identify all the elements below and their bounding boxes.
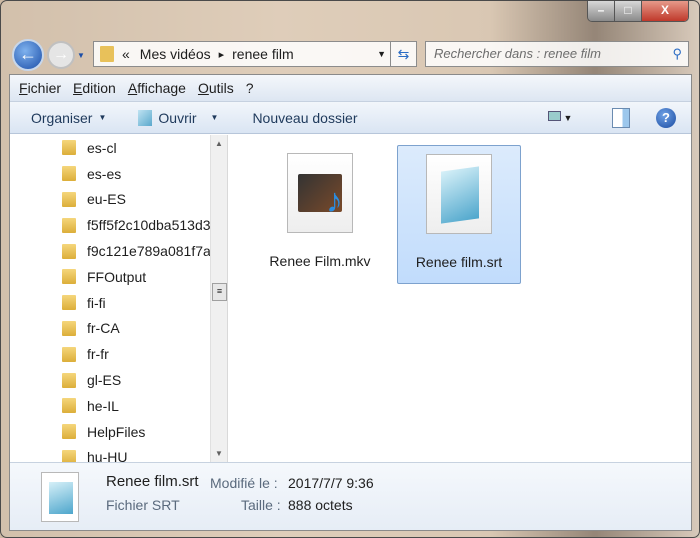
address-bar[interactable]: « Mes vidéos ▸ renee film ▼: [93, 41, 391, 67]
tree-item[interactable]: eu-ES: [10, 187, 227, 213]
file-item-srt[interactable]: Renee film.srt: [397, 145, 521, 284]
search-input[interactable]: Rechercher dans : renee film ⚲: [425, 41, 689, 67]
tree-scrollbar[interactable]: ▲ ≡ ▼: [210, 135, 227, 462]
breadcrumb-separator[interactable]: ▸: [219, 48, 225, 61]
details-file-name: Renee film.srt: [106, 473, 199, 490]
refresh-icon[interactable]: ⇆: [391, 41, 417, 67]
help-icon[interactable]: ?: [656, 108, 676, 128]
minimize-button[interactable]: –: [588, 1, 615, 21]
close-button[interactable]: X: [642, 1, 688, 21]
tree-item-label: f5ff5f2c10dba513d3: [87, 217, 211, 234]
tree-item-label: fr-fr: [87, 346, 109, 363]
tree-item-label: fr-CA: [87, 320, 120, 337]
search-placeholder: Rechercher dans : renee film: [434, 46, 601, 61]
menu-fichier[interactable]: Fichier: [19, 80, 61, 96]
organise-label: Organiser: [31, 109, 93, 126]
menu-bar: Fichier Edition Affichage Outils ?: [10, 75, 691, 102]
explorer-content: Fichier Edition Affichage Outils ? Organ…: [9, 74, 692, 531]
details-size-label: Taille :: [241, 497, 281, 513]
notepad-icon: [138, 109, 153, 126]
folder-icon: [62, 269, 76, 285]
new-folder-label: Nouveau dossier: [252, 109, 358, 126]
file-name: Renee film.srt: [415, 254, 503, 270]
organise-button[interactable]: Organiser ▼: [31, 110, 106, 126]
breadcrumb-renee-film[interactable]: renee film: [232, 46, 293, 62]
back-button[interactable]: ←: [12, 39, 44, 71]
folder-icon: [62, 166, 76, 182]
window-controls: – □ X: [587, 1, 689, 22]
folder-icon: [62, 217, 76, 233]
maximize-button[interactable]: □: [615, 1, 642, 21]
tree-item[interactable]: es-cl: [10, 135, 227, 161]
folder-icon: [62, 320, 76, 336]
tree-item[interactable]: HelpFiles: [10, 419, 227, 445]
folder-icon: [62, 295, 76, 311]
new-folder-button[interactable]: Nouveau dossier: [252, 110, 357, 126]
details-pane: Renee film.srt Fichier SRT Modifié le : …: [10, 462, 691, 530]
details-modified-value: 2017/7/7 9:36: [288, 475, 374, 491]
command-bar: Organiser ▼ Ouvrir ▼ Nouveau dossier ▼ ?: [10, 102, 691, 134]
address-dropdown-icon[interactable]: ▼: [377, 49, 386, 59]
notepad-file-icon: [426, 154, 492, 234]
folder-icon: [62, 191, 76, 207]
tree-item[interactable]: f9c121e789a081f7a: [10, 238, 227, 264]
tree-item-label: f9c121e789a081f7a: [87, 243, 211, 260]
tree-item[interactable]: gl-ES: [10, 367, 227, 393]
explorer-window: – □ X ← → ▼ « Mes vidéos ▸ renee film ▼ …: [0, 0, 700, 538]
tree-item-label: HelpFiles: [87, 423, 146, 440]
tree-item[interactable]: fr-fr: [10, 341, 227, 367]
forward-button[interactable]: →: [47, 41, 75, 69]
open-label: Ouvrir: [158, 109, 197, 126]
tree-item-label: gl-ES: [87, 372, 122, 389]
preview-pane-icon[interactable]: [612, 108, 630, 128]
details-size-value: 888 octets: [288, 497, 353, 513]
scroll-thumb[interactable]: ≡: [212, 283, 227, 301]
tree-item-label: es-es: [87, 165, 122, 182]
tree-item[interactable]: fr-CA: [10, 316, 227, 342]
search-icon[interactable]: ⚲: [672, 42, 682, 66]
folder-icon: [62, 140, 76, 156]
notepad-file-icon: [41, 472, 79, 522]
open-button[interactable]: Ouvrir ▼: [138, 109, 218, 126]
menu-affichage[interactable]: Affichage: [128, 80, 186, 96]
tree-item-label: he-IL: [87, 397, 119, 414]
scroll-up-icon[interactable]: ▲: [211, 135, 227, 152]
folder-icon: [62, 372, 76, 388]
view-options-icon[interactable]: ▼: [548, 108, 580, 128]
tree-item[interactable]: fi-fi: [10, 290, 227, 316]
tree-item-label: FFOutput: [87, 268, 147, 285]
tree-item-label: es-cl: [87, 139, 117, 156]
breadcrumb-overflow[interactable]: «: [122, 46, 130, 62]
menu-outils[interactable]: Outils: [198, 80, 234, 96]
recent-pages-dropdown[interactable]: ▼: [77, 51, 85, 60]
tree-item-label: eu-ES: [87, 191, 126, 208]
folder-icon: [62, 346, 76, 362]
tree-item[interactable]: FFOutput: [10, 264, 227, 290]
file-name: Renee Film.mkv: [269, 253, 371, 269]
breadcrumb-mes-videos[interactable]: Mes vidéos: [140, 46, 211, 62]
tree-item[interactable]: he-IL: [10, 393, 227, 419]
menu-edition[interactable]: Edition: [73, 80, 116, 96]
folder-icon: [62, 398, 76, 414]
file-item-mkv[interactable]: ♪ Renee Film.mkv: [258, 145, 382, 284]
folder-icon: [62, 243, 76, 259]
tree-item[interactable]: f5ff5f2c10dba513d3: [10, 212, 227, 238]
tree-item[interactable]: es-es: [10, 161, 227, 187]
tree-item-label: fi-fi: [87, 294, 106, 311]
folder-icon: [100, 46, 114, 62]
details-modified-label: Modifié le :: [210, 475, 278, 491]
video-file-icon: ♪: [287, 153, 353, 233]
scroll-down-icon[interactable]: ▼: [211, 445, 227, 462]
menu-help[interactable]: ?: [246, 80, 254, 96]
folder-icon: [62, 424, 76, 440]
details-file-type: Fichier SRT: [106, 497, 180, 513]
